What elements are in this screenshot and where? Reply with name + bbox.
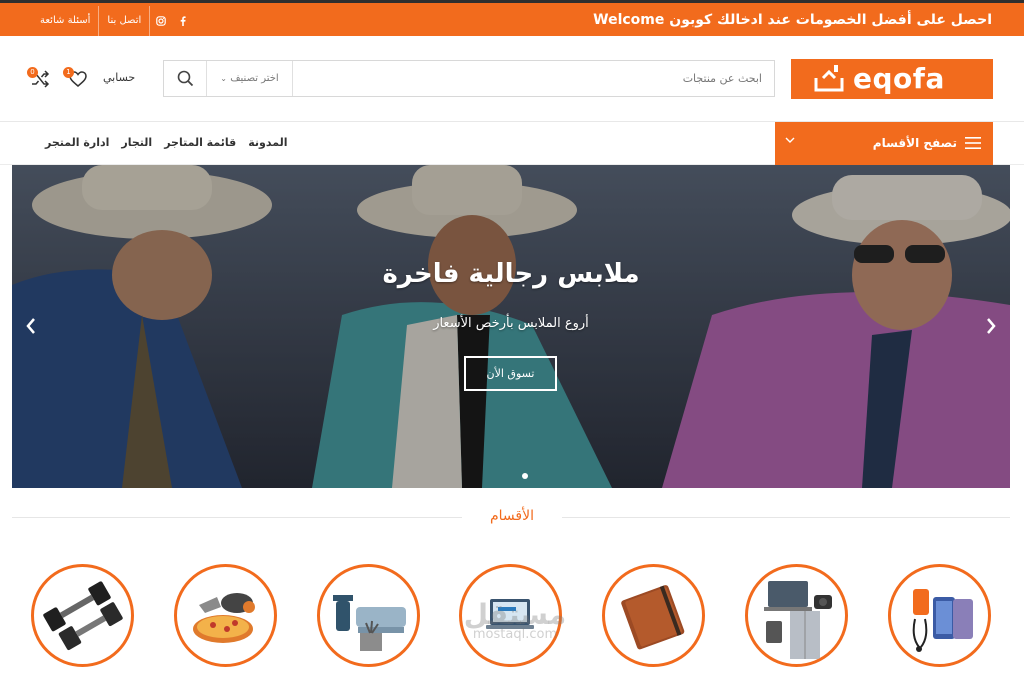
divider	[12, 517, 462, 518]
category-home-decor[interactable]	[317, 564, 420, 667]
search-bar: اختر تصنيف ⌄	[163, 60, 775, 97]
category-select[interactable]: اختر تصنيف ⌄	[206, 61, 293, 96]
nav-menu: ادارة المتجر التجار قائمة المتاجر المدون…	[45, 136, 287, 149]
divider	[562, 517, 1010, 518]
chevron-down-icon	[785, 137, 795, 143]
nav-item-blog[interactable]: المدونة	[248, 136, 287, 149]
category-sports[interactable]	[31, 564, 134, 667]
search-icon	[177, 70, 193, 87]
facebook-icon[interactable]	[172, 6, 194, 36]
watermark: مستقل mostaql.com	[450, 598, 580, 642]
logo-house-icon	[814, 65, 844, 92]
top-links: أسئلة شائعة اتصل بنا	[32, 6, 194, 36]
slider-prev-arrow-icon[interactable]	[24, 316, 38, 336]
electronics-appliances-icon	[764, 581, 832, 659]
food-kitchen-icon	[193, 593, 255, 643]
shop-now-button[interactable]: تسوق الأن	[464, 356, 557, 391]
phones-accessories-icon	[912, 589, 973, 652]
menu-icon	[965, 137, 981, 149]
categories-section-title: الأقسام	[490, 508, 534, 524]
faq-link[interactable]: أسئلة شائعة	[32, 6, 100, 36]
browse-categories-label: تصفح الأقسام	[872, 136, 957, 150]
categories-section-header: الأقسام	[0, 508, 1024, 528]
dumbbells-icon	[43, 581, 123, 651]
hero-title: ملابس رجالية فاخرة	[382, 259, 640, 289]
home-decor-icon	[333, 595, 406, 651]
slider-dot[interactable]	[522, 473, 528, 479]
category-electronics[interactable]	[745, 564, 848, 667]
promo-text: احصل على أفضل الخصومات عند ادخالك كوبون …	[593, 12, 992, 28]
search-input[interactable]	[294, 61, 774, 96]
site-header: eqofa اختر تصنيف ⌄ حسابي 1 0	[0, 36, 1024, 122]
category-select-label: اختر تصنيف	[230, 73, 279, 84]
top-bar: احصل على أفضل الخصومات عند ادخالك كوبون …	[0, 0, 1024, 36]
hero-subtitle: أروع الملابس بأرخص الأسعار	[433, 316, 589, 331]
wishlist-count-badge: 1	[63, 67, 74, 78]
category-stationery[interactable]	[602, 564, 705, 667]
logo-text: eqofa	[853, 62, 945, 95]
logo[interactable]: eqofa	[791, 59, 993, 99]
nav-item-stores-list[interactable]: قائمة المتاجر	[164, 136, 236, 149]
main-nav: تصفح الأقسام ادارة المتجر التجار قائمة ا…	[0, 122, 1024, 165]
category-phones-accessories[interactable]	[888, 564, 991, 667]
chevron-down-icon: ⌄	[220, 74, 227, 83]
hero-slider: ملابس رجالية فاخرة أروع الملابس بأرخص ال…	[12, 165, 1010, 488]
account-link[interactable]: حسابي	[103, 71, 135, 84]
instagram-icon[interactable]	[150, 6, 172, 36]
compare-count-badge: 0	[27, 67, 38, 78]
browse-categories-button[interactable]: تصفح الأقسام	[775, 122, 993, 165]
slider-next-arrow-icon[interactable]	[984, 316, 998, 336]
nav-item-store-management[interactable]: ادارة المتجر	[45, 136, 109, 149]
contact-link[interactable]: اتصل بنا	[99, 6, 151, 36]
category-food-kitchen[interactable]	[174, 564, 277, 667]
nav-item-vendors[interactable]: التجار	[121, 136, 152, 149]
search-button[interactable]	[164, 61, 206, 96]
notebook-icon	[621, 585, 685, 650]
